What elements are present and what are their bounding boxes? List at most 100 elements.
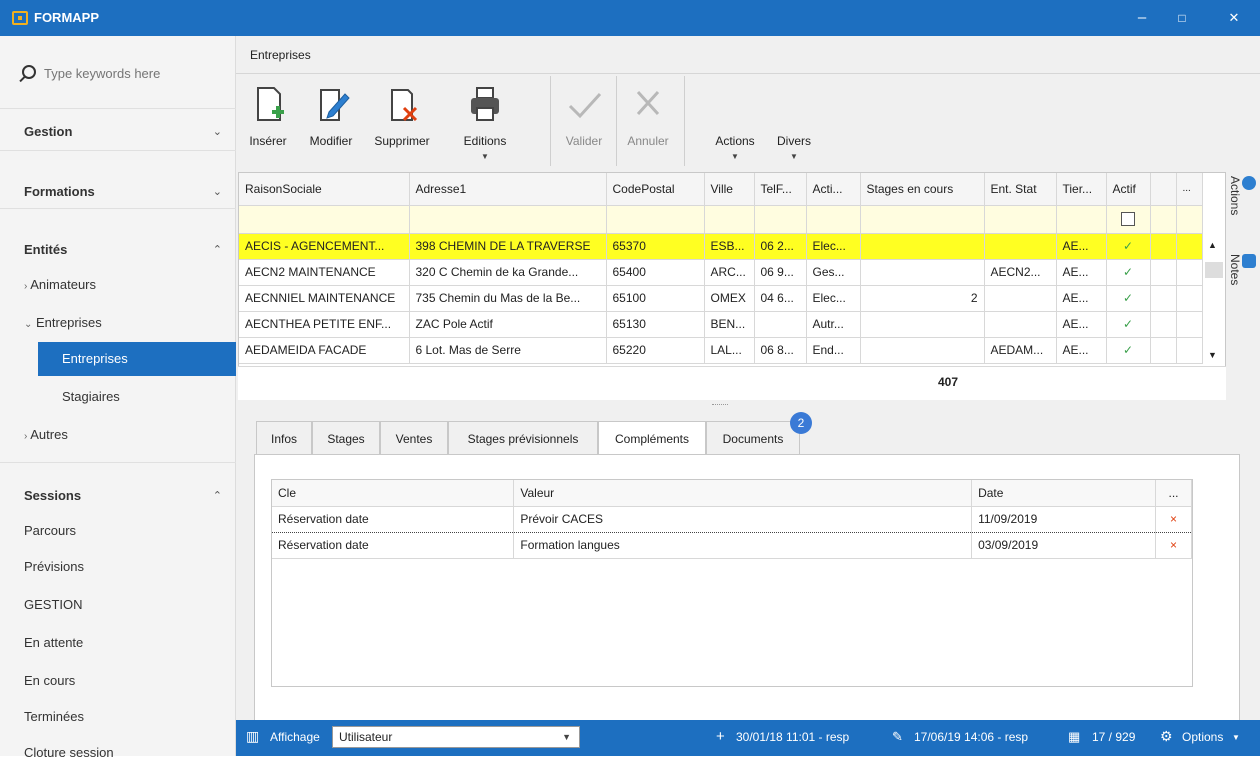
table-row[interactable]: Réservation date Formation langues 03/09… [272,532,1193,559]
notes-side-label: Notes [1228,254,1242,286]
notes-side-tab[interactable]: Notes [1228,254,1256,324]
delete-row-icon[interactable]: × [1155,532,1193,559]
column-header[interactable]: ... [1176,173,1203,206]
table-cell: 06 9... [754,259,807,286]
scroll-up-icon[interactable]: ▲ [1208,240,1217,250]
column-header[interactable]: Ville [704,173,755,206]
table-cell: Elec... [806,285,861,312]
filter-cell[interactable] [984,205,1057,234]
table-cell: 320 C Chemin de ka Grande... [409,259,607,286]
edit-label: Modifier [309,134,353,148]
sidebar-item-cloture[interactable]: Cloture session [0,736,236,770]
tab-documents[interactable]: Documents [706,421,800,455]
actions-side-label: Actions [1228,176,1242,216]
group-formations[interactable]: Formations ⌄ [0,176,236,208]
filter-cell[interactable] [806,205,861,234]
group-label: Entités [24,242,68,257]
tab-ventes[interactable]: Ventes [380,421,448,455]
columns-icon[interactable]: ▥ [246,728,259,745]
filter-cell[interactable] [860,205,985,234]
column-header[interactable]: Actif [1106,173,1151,206]
tab-stages-previsionnels[interactable]: Stages prévisionnels [448,421,598,455]
detail-tabs: Infos Stages Ventes Stages prévisionnels… [256,421,1046,455]
column-header[interactable]: Stages en cours [860,173,985,206]
tab-stages[interactable]: Stages [312,421,380,455]
filter-cell[interactable] [409,205,607,234]
table-cell: AE... [1056,285,1107,312]
delete-row-icon[interactable]: × [1155,505,1193,533]
sidebar-item-previsions[interactable]: Prévisions [0,550,236,584]
sidebar-item-entreprises-sub[interactable]: Entreprises [38,342,236,376]
complements-table[interactable]: Cle Valeur Date ... Réservation date Pré… [271,479,1193,687]
column-header[interactable]: CodePostal [606,173,705,206]
table-row[interactable]: AECN2 MAINTENANCE 320 C Chemin de ka Gran… [239,259,1203,286]
tab-complements[interactable]: Compléments [598,421,706,455]
divider [684,76,685,166]
options-button[interactable]: Options [1182,730,1223,744]
column-header[interactable]: ... [1155,480,1193,507]
dropdown-arrow-icon[interactable]: ▼ [1232,733,1240,742]
column-header[interactable]: Valeur [513,480,973,507]
search-icon [22,65,36,79]
sidebar-item-parcours[interactable]: Parcours [0,514,236,548]
dropdown-arrow-icon: ▼ [562,732,571,742]
search-input[interactable] [44,63,224,83]
filter-cell[interactable] [1176,205,1203,234]
sidebar-item-stagiaires[interactable]: Stagiaires [0,380,236,414]
filter-cell[interactable] [1106,205,1151,234]
splitter-handle[interactable] [712,404,728,406]
affichage-select[interactable]: Utilisateur ▼ [332,726,580,748]
table-cell [1150,233,1177,260]
tab-infos[interactable]: Infos [256,421,312,455]
sidebar-item-entreprises[interactable]: ⌄ Entreprises [0,306,236,340]
column-header[interactable]: TelF... [754,173,807,206]
group-label: Formations [24,184,95,199]
grid-scrollbar[interactable]: ▲ ▼ [1204,206,1224,366]
group-entites[interactable]: Entités ⌃ [0,234,236,266]
column-header[interactable]: Ent. Stat [984,173,1057,206]
scroll-down-icon[interactable]: ▼ [1208,350,1217,360]
maximize-button[interactable]: □ [1172,8,1192,28]
filter-cell[interactable] [1056,205,1107,234]
actions-side-tab[interactable]: Actions [1228,176,1256,252]
gear-icon[interactable]: ⚙ [1160,728,1173,745]
filter-cell[interactable] [704,205,755,234]
scroll-thumb[interactable] [1205,262,1223,278]
table-cell: ARC... [704,259,755,286]
column-header[interactable]: Cle [272,480,515,507]
editions-label: Editions [463,134,507,148]
sidebar-item-terminees[interactable]: Terminées [0,700,236,734]
minimize-button[interactable]: – [1132,8,1152,28]
insert-label: Insérer [249,134,287,148]
filter-row[interactable] [239,205,1203,234]
column-header[interactable] [1150,173,1177,206]
column-header[interactable]: Acti... [806,173,861,206]
sidebar-item-en-attente[interactable]: En attente [0,626,236,660]
filter-cell[interactable] [1150,205,1177,234]
filter-cell[interactable] [754,205,807,234]
column-header[interactable]: Tier... [1056,173,1107,206]
filter-cell[interactable] [606,205,705,234]
group-gestion[interactable]: Gestion ⌄ [0,116,236,148]
group-label: Gestion [24,124,73,139]
column-header[interactable]: Date [971,480,1156,507]
table-cell: AECN2... [984,259,1057,286]
actif-filter-checkbox[interactable] [1121,212,1135,227]
table-cell: 04 6... [754,285,807,312]
sidebar-item-autres[interactable]: › Autres [0,418,236,452]
filter-cell[interactable] [239,205,410,234]
table-row[interactable]: AECNTHEA PETITE ENF... ZAC Pole Actif 6513… [239,311,1203,338]
table-row[interactable]: Réservation date Prévoir CACES 11/09/201… [272,505,1193,533]
sidebar-item-gestion[interactable]: GESTION [0,588,236,622]
column-header[interactable]: Adresse1 [409,173,607,206]
table-row[interactable]: AEDAMEIDA FACADE 6 Lot. Mas de Serre 65220… [239,337,1203,364]
group-sessions[interactable]: Sessions ⌃ [0,480,236,512]
table-row[interactable]: AECIS - AGENCEMENT... 398 CHEMIN DE LA TR… [239,233,1203,260]
table-row[interactable]: AECNNIEL MAINTENANCE 735 Chemin du Mas de… [239,285,1203,312]
table-cell: AEDAM... [984,337,1057,364]
close-button[interactable]: ✕ [1224,8,1244,28]
search-box[interactable] [18,62,228,86]
sidebar-item-animateurs[interactable]: › Animateurs [0,268,236,302]
sidebar-item-en-cours[interactable]: En cours [0,664,236,698]
column-header[interactable]: RaisonSociale [239,173,410,206]
